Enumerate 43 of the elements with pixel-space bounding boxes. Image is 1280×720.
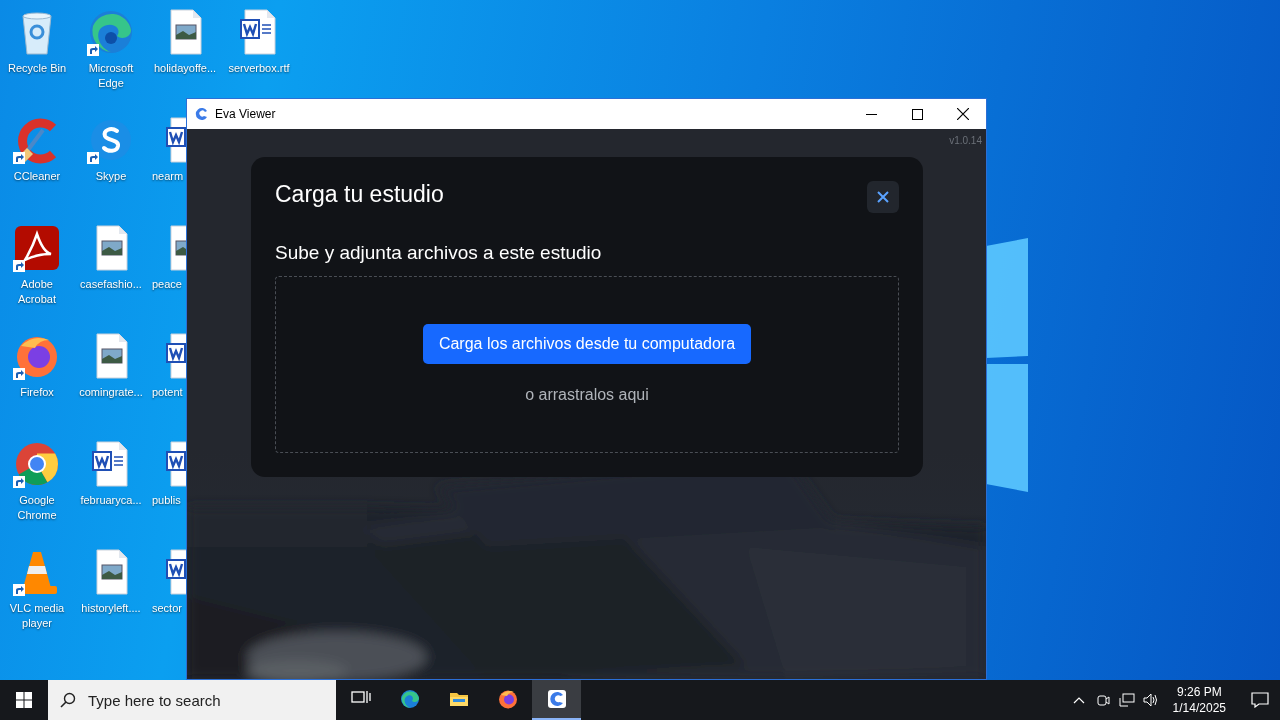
dialog-title: Carga tu estudio [275,181,444,209]
chrome-icon[interactable] [13,440,61,488]
close-icon [877,191,889,203]
icon-label[interactable]: nearm [148,169,184,184]
icon-label[interactable]: Microsoft Edge [75,61,147,91]
close-icon [957,108,969,120]
icon-label[interactable]: Adobe Acrobat [1,277,73,307]
icon-label[interactable]: sector [148,601,182,616]
window-title: Eva Viewer [215,106,276,123]
search-icon [60,692,76,708]
icon-label[interactable]: Google Chrome [1,493,73,523]
app-icon [546,689,567,709]
icon-label[interactable]: historyleft.... [81,601,141,616]
icon-label[interactable]: Firefox [20,385,54,400]
icon-label[interactable]: CCleaner [13,169,61,184]
icon-label[interactable]: Recycle Bin [7,61,67,76]
app-icon [195,107,209,121]
icon-label[interactable]: peace [148,277,182,292]
icon-label[interactable]: potent [148,385,183,400]
search-field[interactable]: Type here to search [48,680,336,720]
icon-label[interactable]: Skype [95,169,127,184]
maximize-icon [911,108,923,120]
icon-label[interactable]: februaryca... [80,493,142,508]
windows-logo-icon [16,692,32,708]
edge-icon[interactable] [87,8,135,56]
icon-label[interactable]: casefashio... [80,277,142,292]
edge-icon [399,689,420,709]
icon-label[interactable]: comingrate... [79,385,143,400]
icon-label[interactable]: VLC media player [1,601,73,631]
version-label: v1.0.14 [949,134,982,148]
drop-zone[interactable]: Carga los archivos desde tu computadora o arrastralos aqui [275,275,899,453]
close-button[interactable] [867,181,899,213]
clock-time[interactable]: 9:26 PM [1176,684,1222,700]
firefox-icon [497,689,518,709]
dialog-subtitle: Sube y adjunta archivos a este estudio [275,241,603,265]
acrobat-icon[interactable] [13,224,61,272]
icon-label[interactable]: publis [148,493,181,508]
icon-label[interactable]: serverbox.rtf [228,61,290,76]
taskbar-button[interactable] [532,680,581,720]
upload-button[interactable]: Carga los archivos desde tu computadora [422,323,752,364]
clock-date[interactable]: 1/14/2025 [1172,700,1226,716]
drop-hint: o arrastralos aqui [525,384,649,405]
icon-label[interactable]: holidayoffe... [153,61,217,76]
